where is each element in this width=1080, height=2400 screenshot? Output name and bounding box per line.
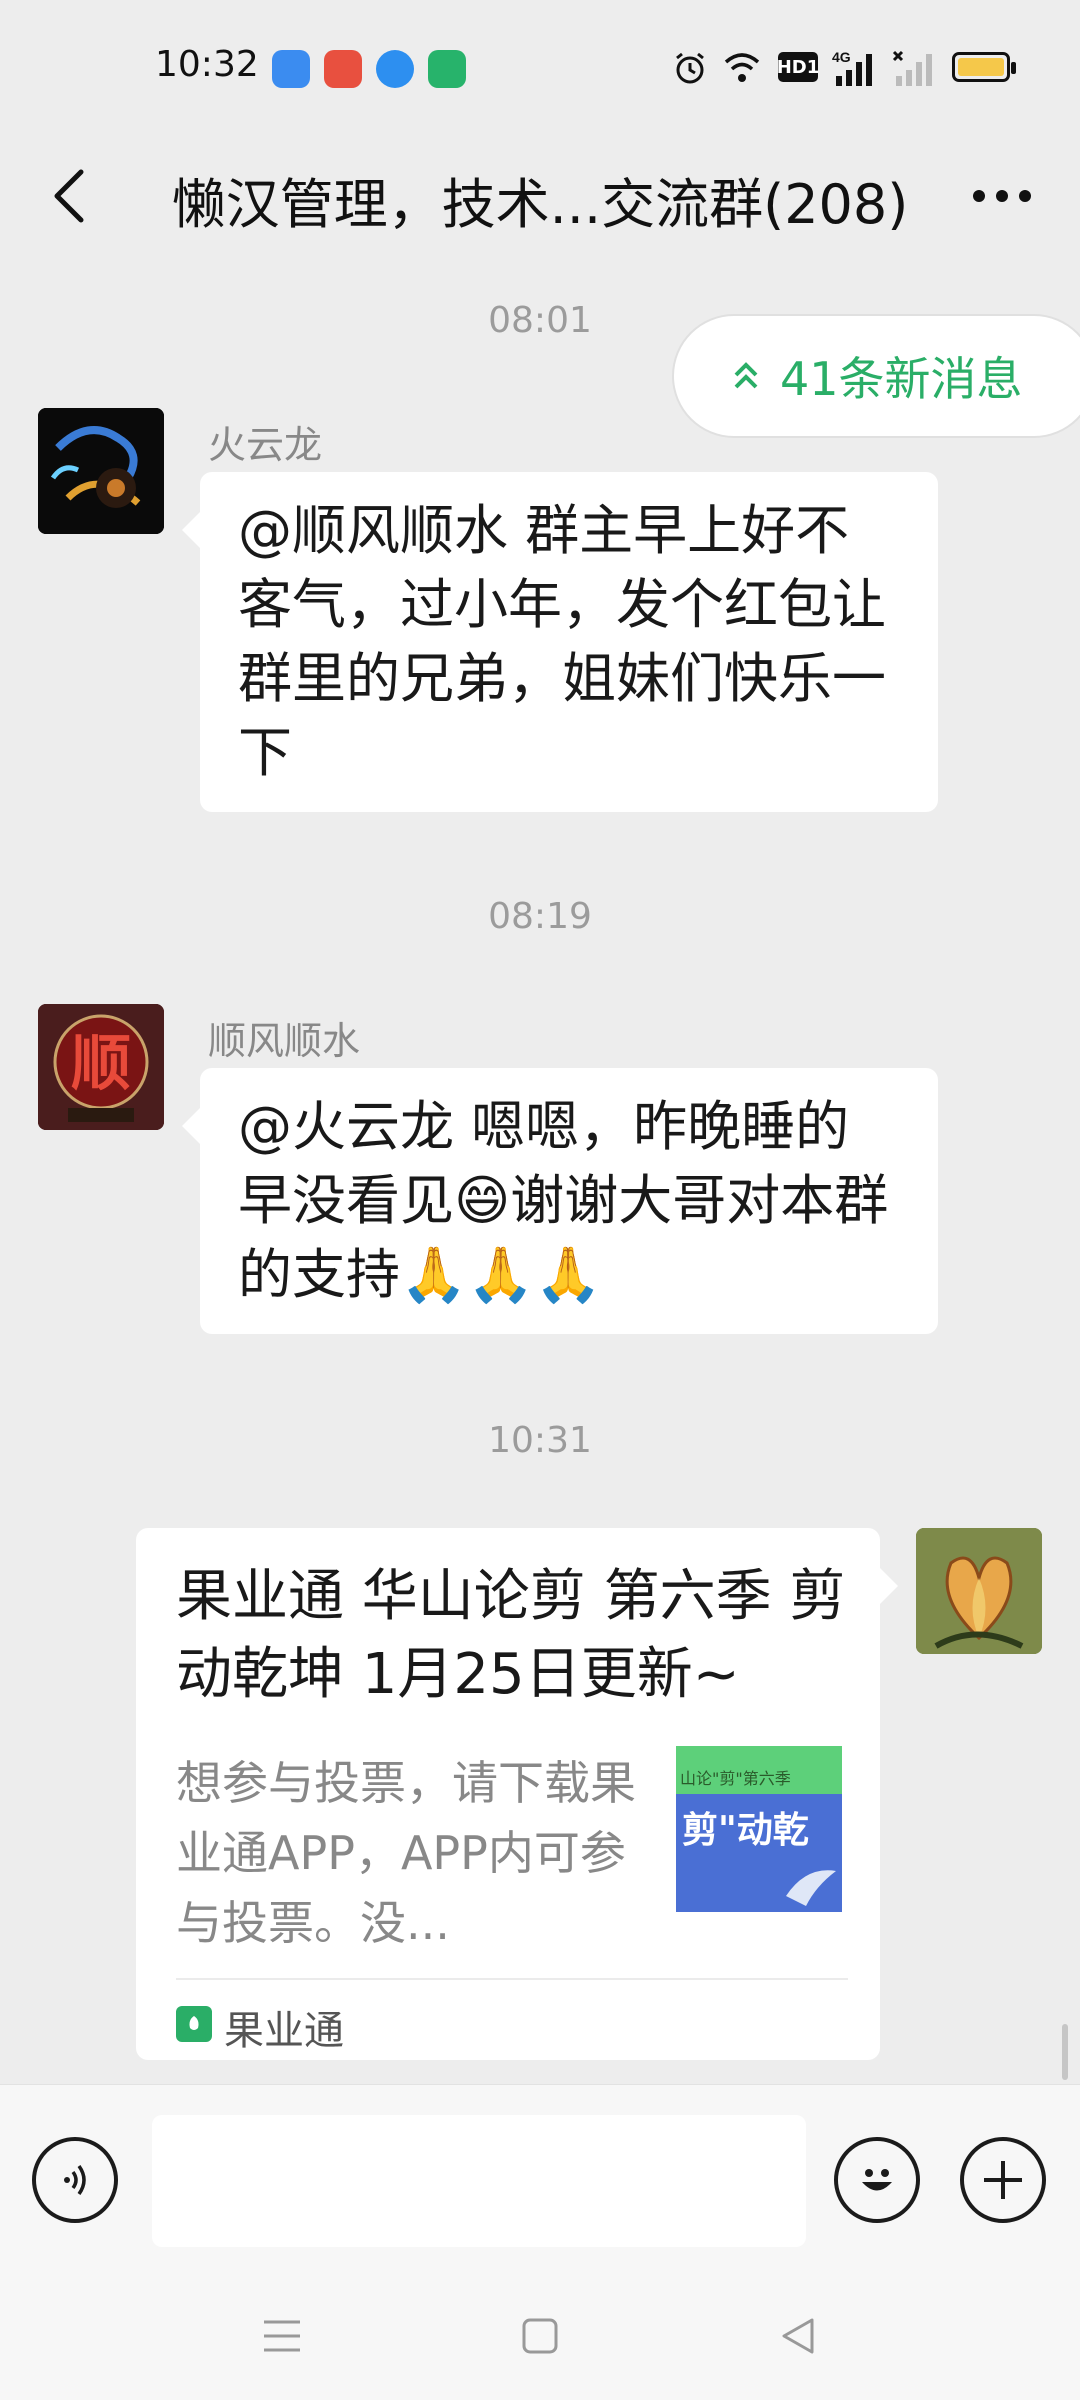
own-avatar[interactable] — [916, 1528, 1042, 1654]
battery-icon — [952, 52, 1016, 82]
menu-button[interactable] — [252, 2306, 312, 2366]
home-square-icon — [522, 2318, 558, 2354]
emoji-icon — [862, 2169, 892, 2191]
avatar[interactable] — [38, 408, 164, 534]
wifi-icon — [724, 53, 760, 82]
hd-label: HD1 — [776, 56, 820, 78]
chat-title: 懒汉管理，技术...交流群(208) — [171, 173, 909, 236]
card-source: 果业通 — [224, 2008, 344, 2054]
card-thumbnail: 山论"剪"第六季 剪"动乾 — [676, 1746, 842, 1912]
timestamp: 10:31 — [488, 1420, 592, 1461]
input-bar — [0, 2084, 1080, 2273]
app-logo-icon — [176, 2006, 212, 2042]
browser-icon — [272, 50, 310, 88]
card-title: 果业通 华山论剪 第六季 剪动乾坤 1月25日更新~ — [176, 1564, 846, 1707]
more-button[interactable] — [962, 156, 1042, 236]
message-input[interactable] — [152, 2115, 806, 2247]
menu-icon — [264, 2320, 300, 2352]
4g-signal-icon: 4G — [832, 49, 872, 86]
sender-name: 顺风顺水 — [208, 1019, 361, 1063]
more-icon — [973, 190, 1031, 202]
status-bar: 10:32 HD1 4G — [0, 0, 1080, 130]
plus-icon — [984, 2161, 1022, 2199]
emoji-button[interactable] — [834, 2137, 920, 2223]
avatar[interactable]: 顺 — [38, 1004, 164, 1130]
seal-avatar-image: 顺 — [38, 1004, 164, 1130]
svg-text:4G: 4G — [832, 49, 851, 65]
sender-name: 火云龙 — [208, 423, 323, 467]
dragon-avatar-image — [38, 408, 164, 534]
signal-icon — [892, 50, 932, 86]
timestamp: 08:19 — [488, 896, 592, 937]
thumbnail-caption-main: 剪"动乾 — [682, 1809, 809, 1851]
thumbnail-caption-top: 山论"剪"第六季 — [680, 1769, 791, 1788]
message-bubble[interactable]: @火云龙 嗯嗯，昨晚睡的早没看见😄谢谢大哥对本群的支持🙏🙏🙏 — [182, 1068, 938, 1334]
back-nav-button[interactable] — [768, 2306, 828, 2366]
hd-icon: HD1 — [776, 52, 820, 82]
card-description: 想参与投票，请下载果业通APP，APP内可参与投票。没... — [176, 1756, 636, 1950]
message-bubble[interactable]: @顺风顺水 群主早上好不客气，过小年，发个红包让群里的兄弟，姐妹们快乐一下 — [182, 472, 938, 812]
double-chevron-up-icon — [734, 362, 758, 389]
more-functions-button[interactable] — [960, 2137, 1046, 2223]
voice-icon — [64, 2164, 86, 2196]
message-text: @火云龙 嗯嗯，昨晚睡的早没看见😄谢谢大哥对本群的支持🙏🙏🙏 — [238, 1095, 889, 1306]
red-app-icon — [324, 50, 362, 88]
home-button[interactable] — [510, 2306, 570, 2366]
back-button[interactable] — [38, 156, 98, 236]
message-text: @顺风顺水 群主早上好不客气，过小年，发个红包让群里的兄弟，姐妹们快乐一下 — [238, 499, 886, 784]
system-nav-bar — [0, 2272, 1080, 2400]
chevron-left-icon — [54, 169, 84, 223]
flower-avatar-image — [916, 1528, 1042, 1654]
alarm-icon — [676, 52, 704, 84]
video-app-icon — [428, 50, 466, 88]
avatar-character: 顺 — [71, 1029, 131, 1099]
link-card[interactable]: 果业通 华山论剪 第六季 剪动乾坤 1月25日更新~ 想参与投票，请下载果业通A… — [136, 1528, 898, 2060]
scrollbar[interactable] — [1062, 2024, 1068, 2080]
voice-button[interactable] — [32, 2137, 118, 2223]
new-messages-button[interactable]: 41条新消息 — [674, 316, 1080, 436]
card-divider — [176, 1978, 848, 1980]
new-messages-label: 41条新消息 — [780, 352, 1023, 406]
blue-app-icon — [376, 50, 414, 88]
back-triangle-icon — [782, 2318, 814, 2354]
status-time: 10:32 — [155, 44, 259, 85]
chat-header: 懒汉管理，技术...交流群(208) — [0, 130, 1080, 262]
